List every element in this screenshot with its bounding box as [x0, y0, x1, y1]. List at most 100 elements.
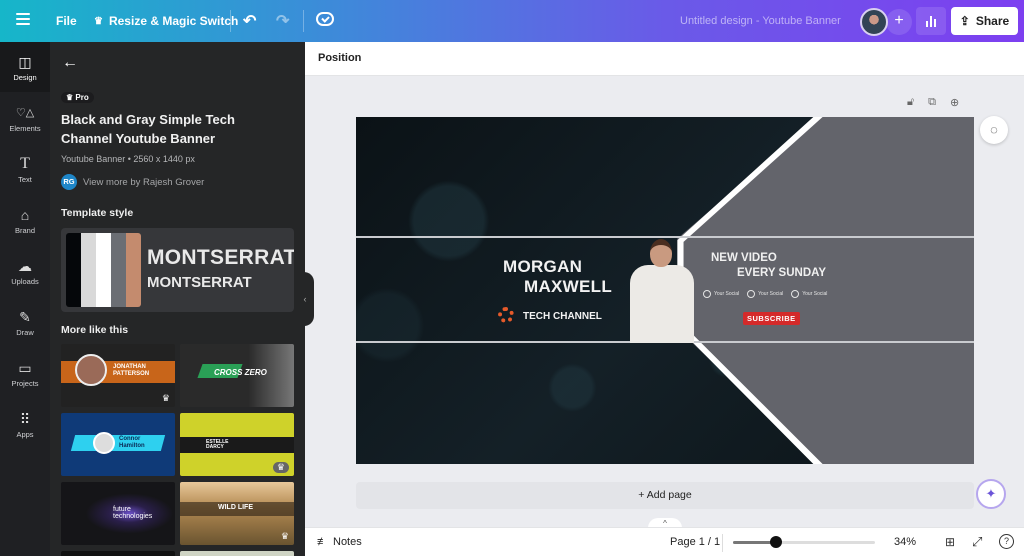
rail-label: Draw [16, 328, 34, 337]
page-indicator[interactable]: Page 1 / 1 [670, 536, 720, 548]
user-avatar[interactable] [860, 8, 888, 36]
duplicate-page-icon[interactable]: ⧉ [928, 96, 936, 109]
magic-sparkle-button[interactable]: ✦ [976, 479, 1006, 509]
template-thumbnail[interactable]: CROSS ZERO [180, 344, 294, 407]
help-icon[interactable]: ? [999, 534, 1014, 549]
text-icon: T [20, 155, 30, 172]
notes-icon: ≢ [317, 536, 328, 548]
crown-icon: ♛ [161, 393, 170, 403]
side-rail: ◫ Design ♡△ Elements T Text ⌂ Brand ☁ Up… [0, 42, 50, 556]
zoom-slider-handle[interactable] [769, 536, 782, 548]
template-style-card[interactable]: MONTSERRAT MONTSERRAT [61, 228, 294, 312]
banner-channel-label[interactable]: TECH CHANNEL [523, 311, 602, 322]
insights-button[interactable] [916, 7, 946, 35]
divider [722, 534, 723, 552]
instagram-icon [703, 290, 711, 298]
instagram-icon [747, 290, 756, 298]
apps-grid-icon: ⠿ [19, 411, 31, 427]
author-avatar: RG [61, 174, 77, 190]
rail-label: Elements [9, 124, 41, 133]
rail-label: Uploads [11, 277, 39, 286]
zoom-value[interactable]: 34% [894, 536, 916, 548]
top-bar: File ♛ Resize & Magic Switch ↶ ↷ Untitle… [0, 0, 1024, 42]
author-link-label: View more by Rajesh Grover [83, 176, 205, 188]
add-comment-button[interactable]: ◌ [980, 116, 1008, 144]
crown-icon: ♛ [94, 15, 103, 27]
template-thumbnail[interactable]: ESTELLE DARCY ♛ [180, 413, 294, 476]
add-collaborator-button[interactable]: + [886, 9, 912, 35]
zoom-slider[interactable] [733, 536, 875, 548]
hamburger-icon[interactable] [16, 13, 30, 25]
notes-label: Notes [333, 536, 362, 548]
design-canvas[interactable]: MORGAN MAXWELL TECH CHANNEL NEW VIDEO EV… [356, 117, 974, 464]
folder-icon: ▭ [18, 360, 32, 376]
template-thumbnail[interactable]: Connor Hamilton [61, 413, 175, 476]
pen-icon: ✎ [19, 309, 31, 325]
color-swatch[interactable] [126, 233, 141, 307]
color-swatch[interactable] [66, 233, 81, 307]
body-font-sample: MONTSERRAT [147, 274, 252, 291]
add-page-button[interactable]: + Add page [356, 482, 974, 509]
rail-label: Text [18, 175, 32, 184]
social-item[interactable]: Your Social [703, 290, 739, 298]
rail-item-uploads[interactable]: ☁ Uploads [0, 258, 50, 286]
social-item[interactable]: Your Social [747, 290, 783, 298]
position-button[interactable]: Position [318, 52, 361, 64]
author-link[interactable]: RG View more by Rajesh Grover [61, 174, 204, 190]
rail-label: Design [13, 73, 37, 82]
rail-item-text[interactable]: T Text [0, 155, 50, 185]
banner-name-line2[interactable]: MAXWELL [524, 277, 612, 297]
gear-icon [498, 307, 514, 323]
banner-tagline-line2[interactable]: EVERY SUNDAY [737, 267, 826, 279]
social-item[interactable]: Your Social [791, 290, 827, 298]
redo-icon[interactable]: ↷ [276, 11, 289, 31]
guide-line [356, 236, 974, 238]
notes-button[interactable]: ≢ Notes [317, 536, 362, 548]
template-thumbnail[interactable]: WILD LIFE ♛ [180, 482, 294, 545]
template-thumbnail[interactable] [180, 551, 294, 556]
template-meta: Youtube Banner • 2560 x 1440 px [61, 154, 195, 164]
color-swatch[interactable] [81, 233, 96, 307]
back-arrow-icon[interactable]: ← [62, 54, 78, 72]
cloud-check-icon[interactable] [316, 12, 334, 26]
template-thumbnail[interactable] [61, 551, 175, 556]
color-swatch[interactable] [111, 233, 126, 307]
sparkle-icon: ✦ [985, 486, 997, 501]
color-swatch[interactable] [96, 233, 111, 307]
template-style-heading: Template style [61, 207, 134, 219]
instagram-icon [791, 290, 800, 298]
rail-item-apps[interactable]: ⠿ Apps [0, 411, 50, 439]
subscribe-graphic[interactable]: SUBSCRIBE [743, 312, 800, 325]
document-title[interactable]: Untitled design - Youtube Banner [680, 15, 841, 27]
comment-plus-icon: ◌ [990, 122, 998, 137]
social-links: Your Social Your Social Your Social [703, 290, 827, 298]
template-thumbnail[interactable]: JONATHAN PATTERSON ♛ [61, 344, 175, 407]
rail-item-brand[interactable]: ⌂ Brand [0, 207, 50, 235]
rail-item-projects[interactable]: ▭ Projects [0, 360, 50, 388]
banner-name-line1[interactable]: MORGAN [503, 257, 582, 277]
grid-view-icon[interactable]: ⊞ [945, 535, 955, 549]
template-title: Black and Gray Simple Tech Channel Youtu… [61, 112, 235, 146]
rail-label: Projects [11, 379, 39, 388]
heading-font-sample: MONTSERRAT [147, 246, 294, 269]
undo-icon[interactable]: ↶ [243, 11, 256, 31]
template-thumbnail[interactable]: future technologies [61, 482, 175, 545]
color-palette [66, 233, 141, 307]
unlock-icon[interactable]: 🔓︎ [907, 96, 914, 109]
divider [230, 10, 231, 32]
layout-icon: ◫ [18, 54, 32, 70]
upload-icon: ⇪ [959, 14, 970, 28]
share-label: Share [975, 14, 1010, 28]
resize-magic-switch-button[interactable]: ♛ Resize & Magic Switch [94, 14, 238, 28]
fullscreen-icon[interactable]: ⤢ [972, 534, 982, 550]
person-photo[interactable] [628, 239, 698, 343]
share-button[interactable]: ⇪ Share [951, 7, 1018, 35]
rail-item-elements[interactable]: ♡△ Elements [0, 105, 50, 133]
add-page-icon[interactable]: ⊕ [950, 96, 959, 109]
banner-tagline-line1[interactable]: NEW VIDEO [711, 252, 777, 264]
collapse-panel-button[interactable]: ‹ [296, 272, 314, 326]
rail-item-design[interactable]: ◫ Design [0, 54, 50, 82]
brand-icon: ⌂ [20, 207, 30, 223]
file-menu-button[interactable]: File [56, 14, 77, 28]
rail-item-draw[interactable]: ✎ Draw [0, 309, 50, 337]
